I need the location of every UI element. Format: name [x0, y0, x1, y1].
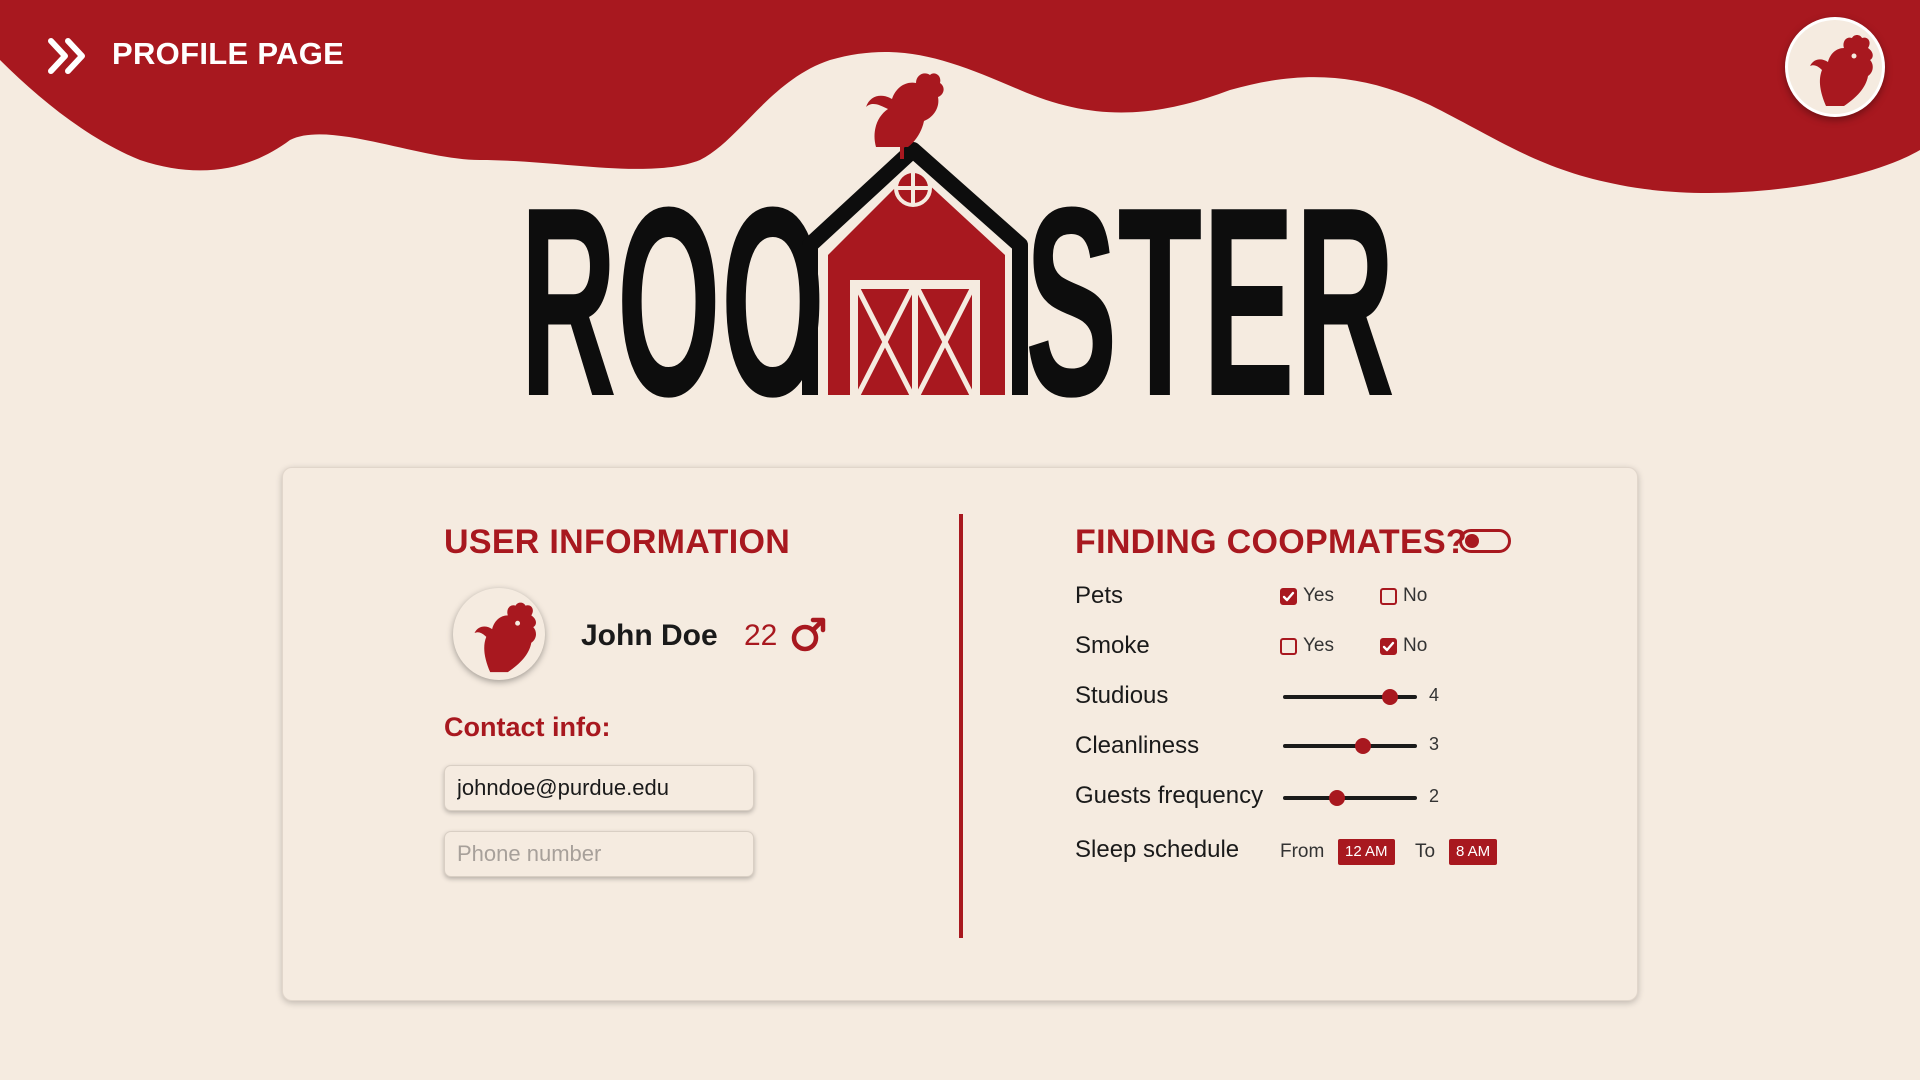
smoke-no-label: No — [1403, 635, 1428, 656]
smoke-yes-option[interactable]: Yes — [1280, 635, 1334, 657]
user-avatar-button[interactable] — [1785, 17, 1885, 117]
sleep-from-time[interactable]: 12 AM — [1338, 839, 1395, 865]
finding-coopmates-toggle[interactable] — [1459, 529, 1511, 553]
sleep-to-label: To — [1415, 841, 1436, 862]
pets-no-option[interactable]: No — [1380, 585, 1427, 607]
slider-thumb[interactable] — [1355, 738, 1372, 754]
smoke-yes-label: Yes — [1303, 635, 1334, 656]
profile-card: USER INFORMATION John Doe 22 Contact inf… — [282, 467, 1638, 1001]
slider-track — [1283, 744, 1417, 748]
sleep-schedule-label: Sleep schedule — [1075, 836, 1240, 863]
rooster-icon — [1810, 35, 1873, 106]
user-info-title: USER INFORMATION — [444, 523, 791, 561]
smoke-label: Smoke — [1075, 632, 1150, 659]
roomster-logo: ROO STER — [520, 73, 1395, 410]
pets-yes-option[interactable]: Yes — [1280, 585, 1334, 607]
smoke-no-checkbox[interactable] — [1380, 637, 1397, 655]
guests-frequency-value: 2 — [1429, 786, 1440, 806]
logo-text-left: ROO — [520, 152, 825, 410]
rooster-icon — [474, 602, 536, 673]
user-name: John Doe — [581, 619, 718, 652]
back-button[interactable] — [46, 36, 90, 76]
finding-coopmates-title: FINDING COOPMATES? — [1075, 523, 1467, 561]
double-chevron-right-icon — [48, 38, 85, 74]
email-field[interactable] — [444, 765, 754, 811]
guests-frequency-slider[interactable] — [1283, 787, 1417, 809]
sleep-to-time[interactable]: 8 AM — [1449, 839, 1498, 865]
pets-no-checkbox[interactable] — [1380, 587, 1397, 605]
toggle-knob — [1465, 534, 1479, 548]
page-title: PROFILE PAGE — [112, 36, 345, 71]
smoke-yes-checkbox[interactable] — [1280, 637, 1297, 655]
sleep-from-label: From — [1280, 841, 1325, 862]
user-age: 22 — [744, 619, 778, 652]
slider-track — [1283, 796, 1417, 800]
slider-thumb[interactable] — [1382, 689, 1399, 705]
phone-field[interactable] — [444, 831, 754, 877]
smoke-no-option[interactable]: No — [1380, 635, 1427, 657]
male-symbol-icon — [791, 617, 826, 652]
studious-value: 4 — [1429, 685, 1440, 705]
slider-thumb[interactable] — [1328, 790, 1345, 806]
rooster-icon — [866, 73, 944, 159]
section-divider — [959, 514, 963, 938]
studious-label: Studious — [1075, 682, 1169, 709]
pets-no-label: No — [1403, 585, 1428, 606]
cleanliness-label: Cleanliness — [1075, 732, 1200, 759]
logo-text-right: STER — [1025, 152, 1395, 410]
contact-info-label: Contact info: — [444, 712, 611, 742]
barn-icon — [802, 142, 1028, 397]
cleanliness-slider[interactable] — [1283, 735, 1417, 757]
pets-label: Pets — [1075, 582, 1124, 609]
profile-avatar — [453, 588, 545, 680]
guests-frequency-label: Guests frequency — [1075, 782, 1264, 809]
studious-slider[interactable] — [1283, 686, 1417, 708]
pets-yes-label: Yes — [1303, 585, 1334, 606]
pets-yes-checkbox[interactable] — [1280, 587, 1297, 605]
cleanliness-value: 3 — [1429, 734, 1440, 754]
